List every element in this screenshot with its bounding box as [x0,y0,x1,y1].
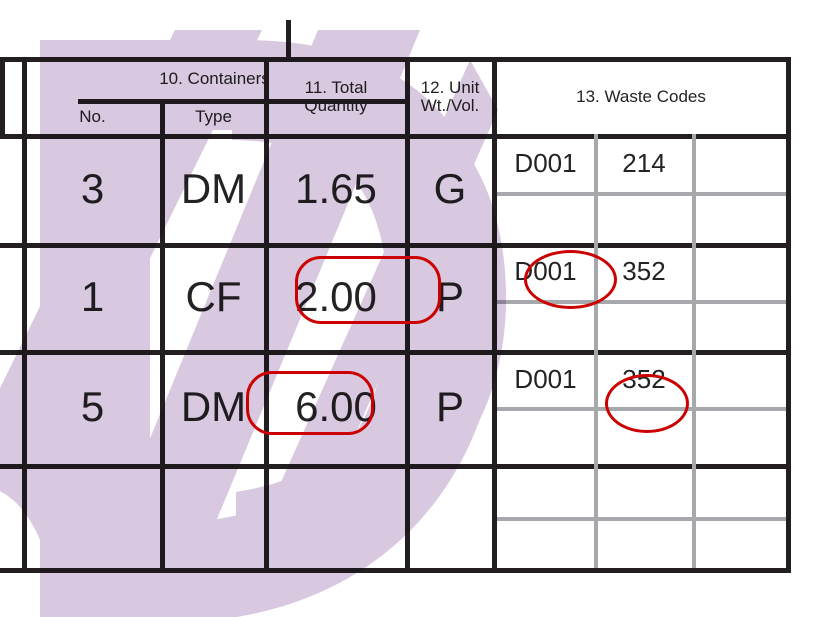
row4-wastecode-6 [696,521,784,566]
row1-total-quantity: 1.65 [295,164,377,212]
row3-wastecode-1: D001 [514,364,577,395]
row4-wastecode-1 [499,467,592,515]
row4-wastecode-4 [499,521,592,566]
grid-line-h-bottom [0,568,791,573]
grid-line-v-unit-wastecodes [492,57,497,568]
row3-wastecode-6 [696,413,784,462]
row1-wastecode-6 [696,196,784,241]
column-divider-tick [286,20,291,59]
row4-unit-wt-vol [410,467,490,566]
row4-containers-type [165,467,262,566]
row3-containers-type: DM [180,383,247,431]
row2-containers-no: 1 [80,272,105,320]
row4-wastecode-5 [598,521,690,566]
row4-containers-no [27,467,158,566]
row2-total-quantity: 2.00 [295,272,377,320]
row3-total-quantity: 6.00 [295,383,377,431]
row4-wastecode-2 [598,467,690,515]
header-total-quantity: 11. Total Quantity [304,77,368,115]
row2-wastecode-1: D001 [514,256,577,287]
row3-wastecode-3 [696,353,784,407]
row2-wastecode-3 [696,246,784,298]
row3-wastecode-5 [598,413,690,462]
row3-unit-wt-vol: P [435,383,464,431]
row4-total-quantity [269,467,403,566]
grid-line-v-left-edge [0,57,5,134]
header-unit-wt-vol: 12. Unit Wt./Vol. [420,77,480,115]
row1-unit-wt-vol: G [433,164,467,212]
row1-containers-no: 3 [80,164,105,212]
row2-wastecode-4 [499,304,592,348]
row2-wastecode-6 [696,304,784,348]
row1-wastecode-4 [499,196,592,241]
row1-wastecode-3 [696,137,784,191]
row2-unit-wt-vol: P [435,272,464,320]
manifest-container-table: 10. Containers No. Type 11. Total Quanti… [0,57,791,573]
row3-containers-no: 5 [80,383,105,431]
header-containers-type: Type [195,107,232,127]
row1-wastecode-1: D001 [514,148,577,179]
header-waste-codes: 13. Waste Codes [576,86,706,106]
header-containers-no: No. [79,107,106,127]
row1-containers-type: DM [180,164,247,212]
screenshot-canvas: 10. Containers No. Type 11. Total Quanti… [0,0,831,617]
row3-wastecode-2: 352 [622,364,666,395]
row4-wastecode-3 [696,467,784,515]
row2-wastecode-5 [598,304,690,348]
row3-wastecode-4 [499,413,592,462]
row1-wastecode-5 [598,196,690,241]
grid-line-v-right-edge [786,57,791,568]
row2-wastecode-2: 352 [622,256,666,287]
row2-containers-type: CF [185,272,242,320]
row1-wastecode-2: 214 [622,148,666,179]
wastecode-row3-midline [497,407,789,411]
